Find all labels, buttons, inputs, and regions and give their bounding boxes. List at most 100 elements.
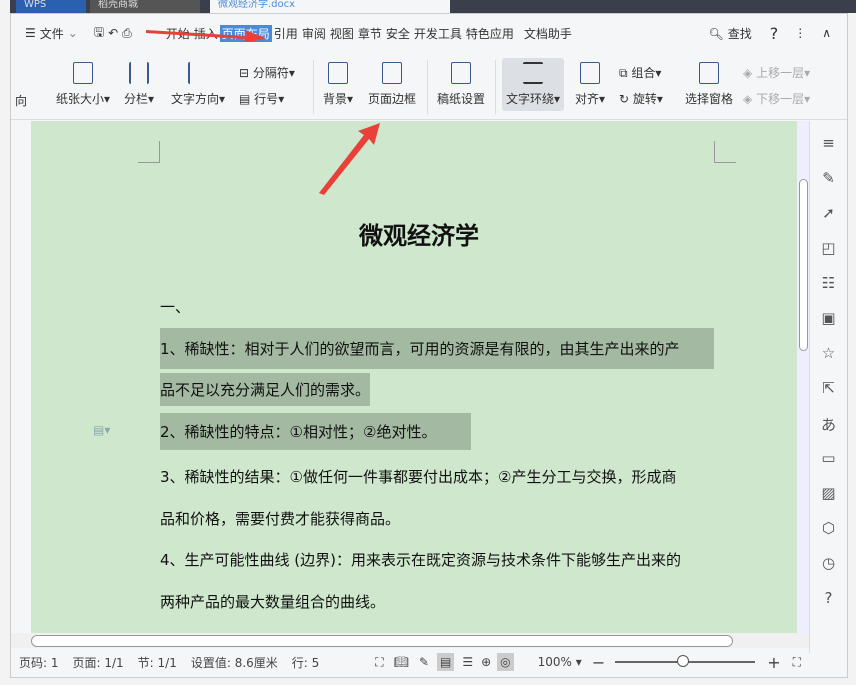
paper-size-icon [73, 62, 94, 84]
paragraph: 一、 [160, 298, 191, 316]
ribbon-page-layout: 向 纸张大小▾ 分栏▾ 文字方向▾ ⊟ 分隔符▾ ▤ 行号▾ 背景▾ 页面边框 … [11, 54, 847, 120]
fullscreen-icon[interactable]: ⛶ [375, 655, 383, 670]
menu-security[interactable]: 安全 [384, 25, 412, 42]
paper-size-button[interactable]: 纸张大小▾ [56, 62, 110, 107]
shapes-icon[interactable]: ◰ [821, 239, 835, 261]
separator-button[interactable]: ⊟ 分隔符▾ [239, 64, 295, 81]
manuscript-button[interactable]: 稿纸设置 [437, 62, 485, 107]
text-direction-icon [188, 62, 208, 84]
scroll-thumb[interactable] [799, 179, 808, 351]
menu-icon[interactable]: ≡ [822, 134, 835, 156]
tab-document[interactable]: 微观经济学.docx [210, 0, 450, 13]
group-icon: ⧉ [619, 66, 628, 80]
menu-bar: ☰ 文件 ⌄ 🖫 ↶ ⎙ 开始 插入 页面布局 引用 审阅 视图 章节 安全 开… [23, 23, 833, 44]
status-section: 节: 1/1 [137, 655, 177, 670]
cursor-icon[interactable]: ➚ [822, 204, 835, 226]
history-icon[interactable]: ◷ [822, 554, 835, 576]
zoom-out-button[interactable]: − [592, 653, 605, 672]
status-row: 行: 5 [291, 655, 320, 670]
vertical-scrollbar[interactable] [797, 121, 809, 633]
background-button[interactable]: 背景▾ [323, 62, 353, 107]
selection-pane-button[interactable]: 选择窗格 [685, 62, 733, 107]
bring-forward-button[interactable]: ◈ 上移一层▾ [743, 64, 810, 81]
paragraph: 两种产品的最大数量组合的曲线。 [160, 593, 386, 611]
web-view-icon[interactable]: ⊕ [481, 655, 491, 669]
columns-button[interactable]: 分栏▾ [124, 62, 154, 107]
page: 微观经济学 一、 1、稀缺性：相对于人们的欲望而言，可用的资源是有限的，由其生产… [41, 121, 797, 633]
red-arrow-annotation [319, 123, 380, 195]
menu-file[interactable]: 文件 [38, 25, 66, 42]
paragraph: 3、稀缺性的结果：①做任何一件事都要付出成本；②产生分工与交换，形成商 [160, 468, 677, 486]
settings-sliders-icon[interactable]: ☷ [822, 274, 835, 296]
search-button[interactable]: 🔍︎ 查找 [704, 25, 755, 42]
save-icon[interactable]: 🖫 [92, 23, 106, 44]
group-button[interactable]: ⧉ 组合▾ [619, 64, 661, 81]
paragraph: 品和价格，需要付费才能获得商品。 [160, 510, 401, 528]
menu-developer[interactable]: 开发工具 [412, 25, 464, 42]
rotate-button[interactable]: ↻ 旋转▾ [619, 90, 663, 107]
help-circle-icon[interactable]: ? [825, 589, 833, 611]
eye-protection-icon[interactable]: ◎ [497, 653, 514, 671]
tab-docer[interactable]: 稻壳商城 [90, 0, 200, 13]
red-arrow-annotation [146, 30, 266, 42]
paragraph: 1、稀缺性：相对于人们的欲望而言，可用的资源是有限的，由其生产出来的产 [160, 328, 714, 369]
undo-icon[interactable]: ↶ [106, 26, 120, 40]
archive-icon[interactable]: ▭ [821, 449, 835, 471]
columns-icon [129, 62, 150, 84]
app-window: ☰ 文件 ⌄ 🖫 ↶ ⎙ 开始 插入 页面布局 引用 审阅 视图 章节 安全 开… [10, 13, 848, 678]
fit-window-icon[interactable]: ⛶ [793, 655, 801, 670]
outline-view-icon[interactable]: ☰ [462, 655, 473, 669]
image-library-icon[interactable]: ▣ [821, 309, 835, 331]
read-mode-icon[interactable]: 📖︎ [394, 655, 409, 669]
separator-icon: ⊟ [239, 66, 250, 80]
horizontal-scrollbar[interactable] [11, 633, 809, 648]
align-button[interactable]: 对齐▾ [575, 62, 605, 107]
write-mode-icon[interactable]: ✎ [419, 655, 429, 669]
share-icon[interactable]: ⇱ [822, 379, 835, 401]
document-area[interactable]: 微观经济学 一、 1、稀缺性：相对于人们的欲望而言，可用的资源是有限的，由其生产… [31, 121, 797, 633]
send-backward-icon: ◈ [743, 92, 753, 106]
print-icon[interactable]: ⎙ [120, 26, 134, 41]
zoom-slider[interactable] [615, 655, 756, 667]
page-border-button[interactable]: 页面边框 [368, 62, 416, 107]
tab-wps[interactable]: WPS [16, 0, 86, 13]
menu-references[interactable]: 引用 [272, 25, 300, 42]
help-icon[interactable]: ? [768, 24, 781, 43]
menu-chapter[interactable]: 章节 [356, 25, 384, 42]
pen-icon[interactable]: ✎ [822, 169, 835, 191]
menu-view[interactable]: 视图 [328, 25, 356, 42]
line-number-button[interactable]: ▤ 行号▾ [239, 90, 284, 107]
zoom-select[interactable]: 100% ▾ [538, 655, 582, 669]
manuscript-icon [451, 62, 471, 84]
hamburger-icon[interactable]: ☰ [23, 26, 38, 40]
page-view-icon[interactable]: ▤ [437, 653, 455, 671]
menu-review[interactable]: 审阅 [300, 25, 328, 42]
text-wrap-button[interactable]: 文字环绕▾ [502, 58, 565, 111]
right-sidebar: ≡ ✎ ➚ ◰ ☷ ▣ ☆ ⇱ あ ▭ ▨ ⬡ ◷ ? [809, 121, 847, 653]
translate-icon[interactable]: あ [821, 414, 836, 436]
star-icon[interactable]: ☆ [822, 344, 835, 366]
status-page-num: 页码: 1 [19, 655, 59, 670]
h-scroll-thumb[interactable] [31, 635, 733, 647]
menu-special[interactable]: 特色应用 [464, 25, 516, 42]
collapse-ribbon-icon[interactable]: ∧ [820, 26, 833, 40]
title-bar: WPS 稻壳商城 微观经济学.docx [10, 0, 856, 13]
more-icon[interactable]: ⋮ [792, 26, 808, 40]
paragraph-options-icon[interactable]: ▤▾ [93, 423, 110, 437]
text-direction-button[interactable]: 文字方向▾ [171, 62, 225, 107]
text-wrap-icon [523, 62, 544, 84]
page-border-icon [382, 62, 402, 84]
selection-pane-icon [699, 62, 719, 84]
status-pages: 页面: 1/1 [72, 655, 124, 670]
picture-icon[interactable]: ▨ [821, 484, 835, 506]
shield-icon[interactable]: ⬡ [822, 519, 835, 541]
menu-doc-assistant[interactable]: 文档助手 [522, 25, 574, 42]
line-number-icon: ▤ [239, 92, 251, 106]
status-setting: 设置值: 8.6厘米 [190, 655, 278, 670]
orientation-button[interactable]: 向 [15, 92, 27, 109]
zoom-in-button[interactable]: + [767, 653, 780, 672]
document-title: 微观经济学 [359, 222, 479, 250]
send-backward-button[interactable]: ◈ 下移一层▾ [743, 90, 810, 107]
search-icon: 🔍︎ [708, 26, 724, 41]
bring-forward-icon: ◈ [743, 66, 753, 80]
